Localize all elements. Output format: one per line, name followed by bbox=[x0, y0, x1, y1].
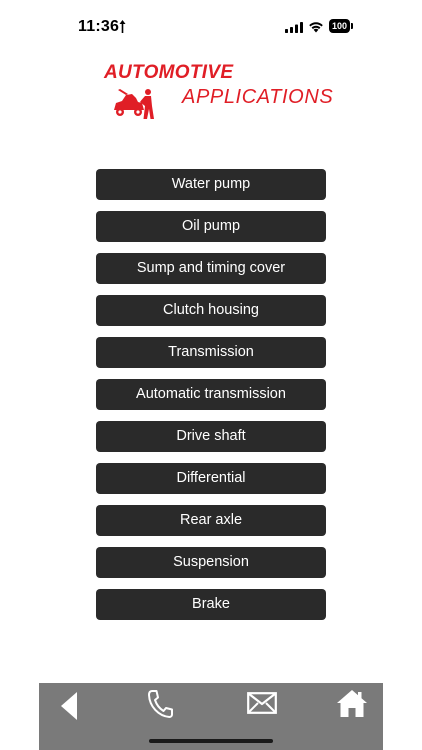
water-pump-button[interactable]: Water pump bbox=[96, 169, 326, 200]
mechanic-car-icon bbox=[114, 89, 154, 119]
differential-button[interactable]: Differential bbox=[96, 463, 326, 494]
back-icon[interactable] bbox=[61, 692, 77, 720]
rear-axle-button[interactable]: Rear axle bbox=[96, 505, 326, 536]
cellular-signal-icon bbox=[285, 22, 303, 33]
wifi-icon bbox=[309, 22, 323, 33]
phone-icon[interactable] bbox=[147, 689, 173, 719]
category-menu: Water pump Oil pump Sump and timing cove… bbox=[96, 169, 326, 631]
status-time: 11:36 bbox=[78, 18, 120, 35]
transmission-button[interactable]: Transmission bbox=[96, 337, 326, 368]
home-indicator[interactable] bbox=[149, 739, 273, 743]
home-icon[interactable] bbox=[337, 690, 367, 717]
sump-timing-cover-button[interactable]: Sump and timing cover bbox=[96, 253, 326, 284]
app-screen: 11:36 100 AUTOMOTIVE APPLICATIONS Water … bbox=[0, 0, 422, 750]
status-bar: 11:36 100 bbox=[0, 0, 422, 54]
oil-pump-button[interactable]: Oil pump bbox=[96, 211, 326, 242]
automatic-transmission-button[interactable]: Automatic transmission bbox=[96, 379, 326, 410]
battery-indicator: 100 bbox=[329, 19, 353, 33]
logo-line1: AUTOMOTIVE bbox=[104, 62, 234, 83]
clutch-housing-button[interactable]: Clutch housing bbox=[96, 295, 326, 326]
suspension-button[interactable]: Suspension bbox=[96, 547, 326, 578]
battery-tip bbox=[351, 23, 353, 29]
logo-line2: APPLICATIONS bbox=[182, 86, 334, 108]
location-arrow-icon bbox=[119, 20, 126, 33]
bottom-nav-bar bbox=[39, 683, 383, 750]
mail-icon[interactable] bbox=[247, 692, 277, 714]
battery-level: 100 bbox=[329, 19, 350, 33]
drive-shaft-button[interactable]: Drive shaft bbox=[96, 421, 326, 452]
brake-button[interactable]: Brake bbox=[96, 589, 326, 620]
app-logo: AUTOMOTIVE APPLICATIONS bbox=[100, 58, 334, 128]
